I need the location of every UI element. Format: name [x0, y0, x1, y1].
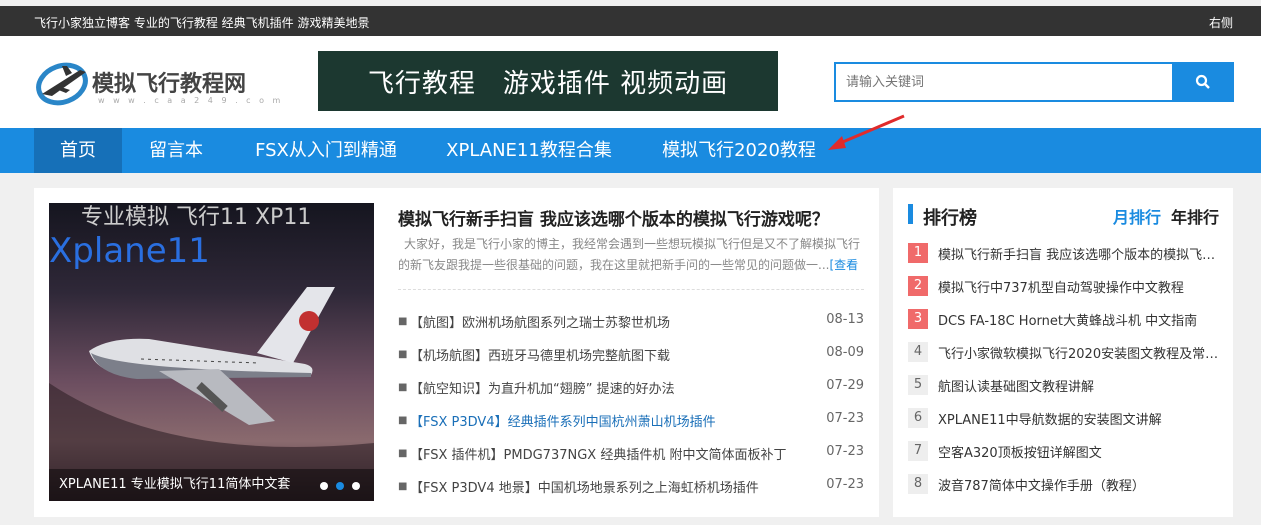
top-right-link[interactable]: 右侧	[1209, 14, 1233, 31]
rank-title[interactable]: DCS FA-18C Hornet大黄蜂战斗机 中文指南	[938, 310, 1220, 329]
ranking-item[interactable]: 5 航图认读基础图文教程讲解	[908, 375, 1220, 408]
airplane-logo-icon	[36, 62, 88, 106]
logo-text: 模拟飞行教程网	[92, 72, 247, 97]
airplane-image	[49, 287, 374, 501]
ranking-title: 排行榜	[923, 208, 977, 229]
rank-title[interactable]: 飞行小家微软模拟飞行2020安装图文教程及常见问题	[938, 343, 1220, 362]
ranking-item[interactable]: 6 XPLANE11中导航数据的安装图文讲解	[908, 408, 1220, 441]
rank-number: 1	[908, 243, 928, 263]
slider-dot-3[interactable]	[352, 482, 360, 490]
article-title[interactable]: 【航图】欧洲机场航图系列之瑞士苏黎世机场	[410, 312, 670, 331]
search-button[interactable]	[1172, 62, 1234, 102]
rank-number: 2	[908, 276, 928, 296]
article-title[interactable]: 【FSX 插件机】PMDG737NGX 经典插件机 附中文简体面板补丁	[410, 444, 786, 463]
list-item[interactable]: ■ 【航空知识】为直升机加“翅膀” 提速的好办法 07-29	[398, 374, 864, 407]
rank-title[interactable]: 模拟飞行新手扫盲 我应该选哪个版本的模拟飞行游戏呢？	[938, 244, 1220, 263]
nav-item-msfs2020[interactable]: 模拟飞行2020教程	[650, 128, 828, 173]
ranking-accent-bar	[908, 204, 913, 224]
bullet: ■	[398, 415, 408, 426]
ranking-item[interactable]: 8 波音787简体中文操作手册（教程）	[908, 474, 1220, 507]
site-tagline: 飞行小家独立博客 专业的飞行教程 经典飞机插件 游戏精美地景	[34, 16, 370, 30]
bullet: ■	[398, 349, 408, 360]
article-list: ■ 【航图】欧洲机场航图系列之瑞士苏黎世机场 08-13 ■ 【机场航图】西班牙马德里…	[398, 308, 864, 506]
header: 模拟飞行教程网 w w w . c a a 2 4 9 . c o m 飞行教程…	[0, 36, 1261, 128]
article-title[interactable]: 【FSX P3DV4】经典插件系列中国杭州萧山机场插件	[410, 411, 716, 430]
banner-text: 飞行教程 游戏插件 视频动画	[367, 68, 729, 99]
search-input[interactable]	[834, 62, 1172, 102]
nav-item-fsx[interactable]: FSX从入门到精通	[240, 128, 412, 173]
slider-dot-2[interactable]	[336, 482, 344, 490]
featured-summary-text: 大家好，我是飞行小家的博主，我经常会遇到一些想玩模拟飞行但是又不了解模拟飞行的新…	[398, 237, 861, 272]
featured-title[interactable]: 模拟飞行新手扫盲 我应该选哪个版本的模拟飞行游戏呢？	[398, 205, 829, 230]
rank-number: 6	[908, 408, 928, 428]
ranking-item[interactable]: 4 飞行小家微软模拟飞行2020安装图文教程及常见问题	[908, 342, 1220, 375]
nav-item-home[interactable]: 首页	[34, 128, 122, 173]
article-date: 07-23	[826, 411, 864, 426]
top-bar: 飞行小家独立博客 专业的飞行教程 经典飞机插件 游戏精美地景 右侧	[0, 6, 1261, 36]
bullet: ■	[398, 316, 408, 327]
list-item[interactable]: ■ 【航图】欧洲机场航图系列之瑞士苏黎世机场 08-13	[398, 308, 864, 341]
nav-item-xplane11[interactable]: XPLANE11教程合集	[434, 128, 624, 173]
ranking-list: 1 模拟飞行新手扫盲 我应该选哪个版本的模拟飞行游戏呢？ 2 模拟飞行中737机型自…	[908, 243, 1220, 507]
article-date: 07-23	[826, 444, 864, 459]
article-date: 07-29	[826, 378, 864, 393]
bullet: ■	[398, 448, 408, 459]
article-title[interactable]: 【航空知识】为直升机加“翅膀” 提速的好办法	[410, 378, 675, 397]
search-box	[834, 62, 1234, 102]
rank-number: 8	[908, 474, 928, 494]
featured-summary: 大家好，我是飞行小家的博主，我经常会遇到一些想玩模拟飞行但是又不了解模拟飞行的新…	[398, 234, 860, 276]
list-item[interactable]: ■ 【FSX P3DV4 地景】中国机场地景系列之上海虹桥机场插件 07-23	[398, 473, 864, 506]
list-item[interactable]: ■ 【FSX 插件机】PMDG737NGX 经典插件机 附中文简体面板补丁 07-2…	[398, 440, 864, 473]
rank-title[interactable]: 航图认读基础图文教程讲解	[938, 376, 1220, 395]
bullet: ■	[398, 481, 408, 492]
rank-title[interactable]: 模拟飞行中737机型自动驾驶操作中文教程	[938, 277, 1220, 296]
article-date: 08-09	[826, 345, 864, 360]
list-item[interactable]: ■ 【FSX P3DV4】经典插件系列中国杭州萧山机场插件 07-23	[398, 407, 864, 440]
rank-number: 3	[908, 309, 928, 329]
article-title[interactable]: 【机场航图】西班牙马德里机场完整航图下载	[410, 345, 670, 364]
main-nav: 首页 留言本 FSX从入门到精通 XPLANE11教程合集 模拟飞行2020教程	[0, 128, 1261, 173]
ranking-item[interactable]: 1 模拟飞行新手扫盲 我应该选哪个版本的模拟飞行游戏呢？	[908, 243, 1220, 276]
logo-url: w w w . c a a 2 4 9 . c o m	[98, 96, 284, 105]
nav-item-guestbook[interactable]: 留言本	[136, 128, 216, 173]
rank-title[interactable]: 波音787简体中文操作手册（教程）	[938, 475, 1220, 494]
rank-title[interactable]: 空客A320顶板按钮详解图文	[938, 442, 1220, 461]
annotation-arrow	[828, 114, 905, 150]
read-more-link[interactable]: [查看	[829, 258, 858, 272]
search-icon	[1195, 74, 1210, 89]
site-logo[interactable]: 模拟飞行教程网 w w w . c a a 2 4 9 . c o m	[36, 60, 280, 108]
list-item[interactable]: ■ 【机场航图】西班牙马德里机场完整航图下载 08-09	[398, 341, 864, 374]
tab-monthly[interactable]: 月排行	[1113, 204, 1161, 228]
rank-number: 7	[908, 441, 928, 461]
divider	[398, 289, 864, 290]
article-title[interactable]: 【FSX P3DV4 地景】中国机场地景系列之上海虹桥机场插件	[410, 477, 759, 496]
ranking-item[interactable]: 7 空客A320顶板按钮详解图文	[908, 441, 1220, 474]
bullet: ■	[398, 382, 408, 393]
ranking-item[interactable]: 3 DCS FA-18C Hornet大黄蜂战斗机 中文指南	[908, 309, 1220, 342]
rank-number: 5	[908, 375, 928, 395]
rank-number: 4	[908, 342, 928, 362]
image-slider[interactable]: 专业模拟 飞行11 XP11 Xplane11 XPLANE11 专业模拟飞行1…	[49, 203, 374, 501]
rank-title[interactable]: XPLANE11中导航数据的安装图文讲解	[938, 409, 1220, 428]
header-banner[interactable]: 飞行教程 游戏插件 视频动画	[318, 51, 778, 111]
ranking-item[interactable]: 2 模拟飞行中737机型自动驾驶操作中文教程	[908, 276, 1220, 309]
tab-yearly[interactable]: 年排行	[1171, 204, 1219, 228]
article-date: 08-13	[826, 312, 864, 327]
page: 飞行小家独立博客 专业的飞行教程 经典飞机插件 游戏精美地景 右侧 模拟飞行教程…	[0, 0, 1261, 525]
slider-dot-1[interactable]	[320, 482, 328, 490]
article-date: 07-23	[826, 477, 864, 492]
